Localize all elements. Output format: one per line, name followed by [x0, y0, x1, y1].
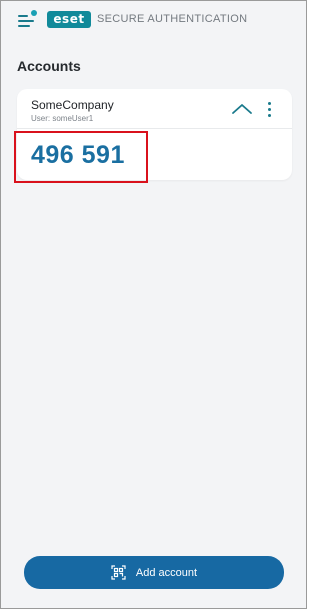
- qr-code-scan-icon: [111, 565, 126, 580]
- hamburger-menu-icon[interactable]: [18, 10, 38, 29]
- eset-logo: eset: [47, 11, 91, 28]
- add-account-button[interactable]: Add account: [24, 556, 284, 589]
- chevron-up-icon[interactable]: [231, 100, 253, 118]
- account-user-label: User: someUser1: [31, 114, 94, 123]
- more-dot: [268, 108, 271, 111]
- app-screen: eset SECURE AUTHENTICATION Accounts Some…: [0, 0, 307, 609]
- notification-dot-icon: [31, 10, 37, 16]
- brand-title: SECURE AUTHENTICATION: [97, 13, 248, 25]
- logo-text: eset: [53, 12, 85, 26]
- otp-highlight-box: [14, 131, 148, 183]
- more-dot: [268, 102, 271, 105]
- menu-bar: [18, 25, 30, 27]
- account-company-name: SomeCompany: [31, 98, 114, 112]
- more-dot: [268, 114, 271, 117]
- menu-bar: [18, 20, 34, 22]
- menu-bar: [18, 15, 28, 17]
- account-card-header: SomeCompany User: someUser1: [17, 89, 292, 129]
- page-title: Accounts: [17, 58, 81, 74]
- more-vertical-icon[interactable]: [263, 100, 277, 118]
- app-header: eset SECURE AUTHENTICATION: [1, 1, 306, 41]
- add-account-label: Add account: [135, 566, 198, 579]
